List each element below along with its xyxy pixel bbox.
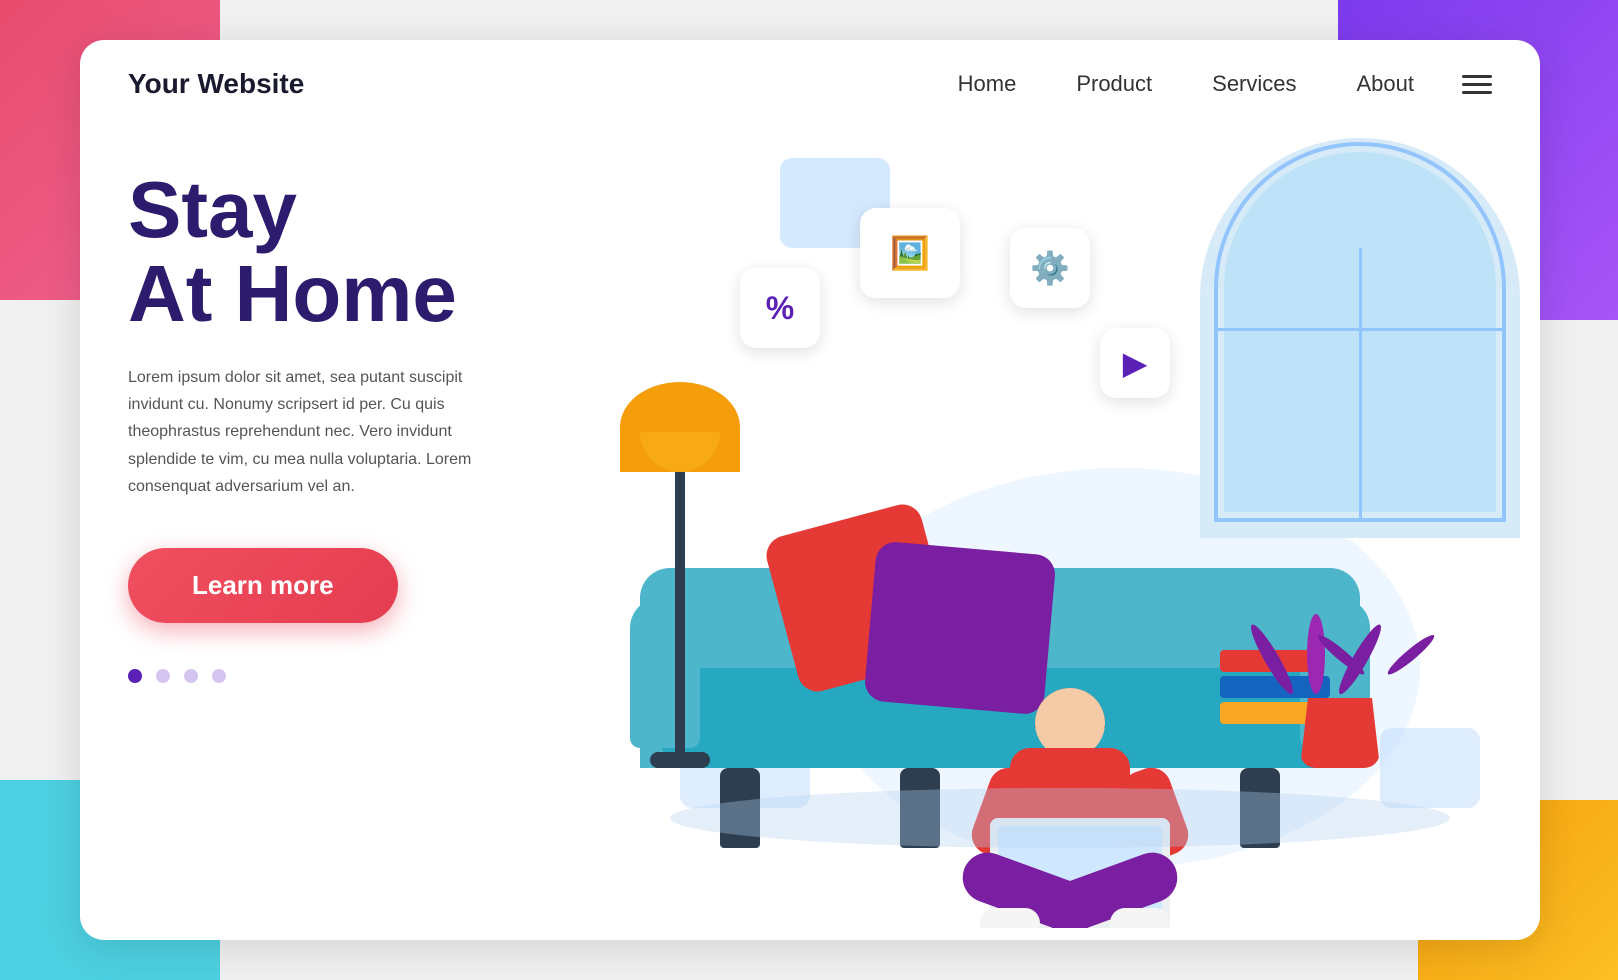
pillow-purple xyxy=(863,540,1056,715)
plant-pot xyxy=(1300,698,1380,768)
lamp-base xyxy=(650,752,710,768)
nav-services[interactable]: Services xyxy=(1212,71,1296,97)
header: Your Website Home Product Services About xyxy=(80,40,1540,128)
hamburger-menu[interactable] xyxy=(1462,75,1492,94)
navigation: Home Product Services About xyxy=(958,71,1414,97)
logo: Your Website xyxy=(128,68,304,100)
play-icon: ▶ xyxy=(1123,344,1148,382)
hero-title: Stay At Home xyxy=(128,168,532,336)
dot-1[interactable] xyxy=(128,669,142,683)
dot-2[interactable] xyxy=(156,669,170,683)
lamp-glow xyxy=(640,432,720,472)
person-legs xyxy=(960,858,1200,928)
hero-title-line2: At Home xyxy=(128,249,457,338)
hamburger-line-2 xyxy=(1462,83,1492,86)
nav-about[interactable]: About xyxy=(1357,71,1415,97)
bubble-photo: 🖼️ xyxy=(860,208,960,298)
hamburger-line-1 xyxy=(1462,75,1492,78)
lamp-stem xyxy=(675,472,685,752)
person-foot-right xyxy=(1110,908,1170,928)
main-card: Your Website Home Product Services About… xyxy=(80,40,1540,940)
leaf-2 xyxy=(1307,614,1325,694)
bubble-play: ▶ xyxy=(1100,328,1170,398)
hamburger-line-3 xyxy=(1462,91,1492,94)
hero-title-line1: Stay xyxy=(128,165,297,254)
pagination-dots xyxy=(128,669,532,683)
nav-home[interactable]: Home xyxy=(958,71,1017,97)
floor-lamp xyxy=(620,382,740,768)
hero-body-text: Lorem ipsum dolor sit amet, sea putant s… xyxy=(128,364,508,500)
nav-product[interactable]: Product xyxy=(1076,71,1152,97)
hero-section: Stay At Home Lorem ipsum dolor sit amet,… xyxy=(80,128,1540,928)
dot-4[interactable] xyxy=(212,669,226,683)
lamp-head xyxy=(620,382,740,472)
bubble-gear: ⚙️ xyxy=(1010,228,1090,308)
hero-illustration: 🖼️ % ⚙️ ▶ xyxy=(580,128,1540,928)
window-vline xyxy=(1359,248,1362,518)
learn-more-button[interactable]: Learn more xyxy=(128,548,398,623)
hero-left: Stay At Home Lorem ipsum dolor sit amet,… xyxy=(80,128,580,928)
bubble-percent: % xyxy=(740,268,820,348)
floor-reflection xyxy=(670,788,1450,848)
plant xyxy=(1280,614,1400,768)
gear-icon: ⚙️ xyxy=(1030,249,1070,287)
percent-icon: % xyxy=(766,290,794,327)
photo-icon: 🖼️ xyxy=(890,234,930,272)
dot-3[interactable] xyxy=(184,669,198,683)
plant-leaves xyxy=(1280,614,1400,694)
person-foot-left xyxy=(980,908,1040,928)
